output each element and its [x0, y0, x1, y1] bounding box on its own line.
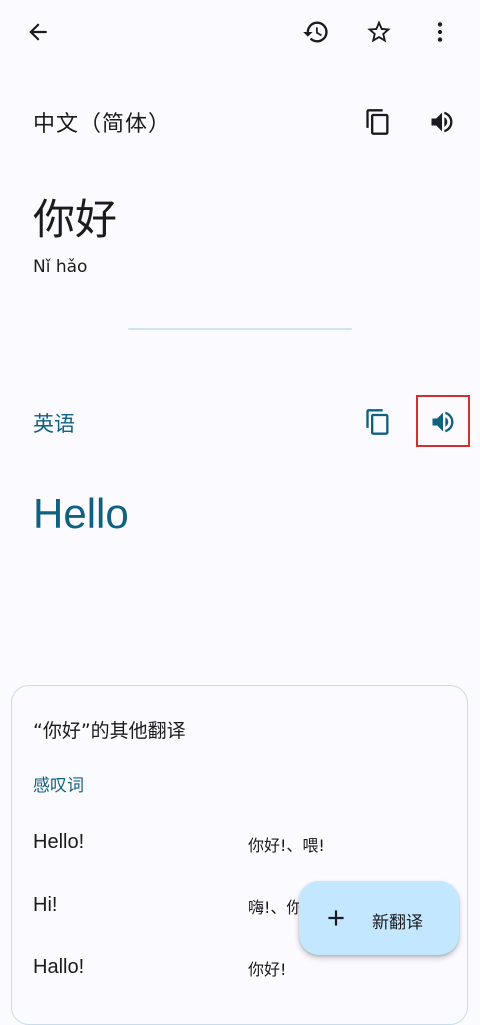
speak-button-highlight: [416, 395, 470, 447]
other-translations-title: “你好”的其他翻译: [33, 720, 186, 742]
target-language-label[interactable]: 英语: [33, 408, 75, 438]
translation-word[interactable]: Hello!: [33, 831, 84, 854]
section-divider: [128, 328, 352, 330]
more-vert-icon: [437, 22, 443, 42]
history-icon: [303, 21, 328, 43]
plus-icon: [328, 910, 344, 926]
star-outline-icon: [367, 20, 391, 43]
copy-icon: [366, 109, 389, 135]
back-button[interactable]: [20, 14, 56, 50]
source-text[interactable]: 你好: [33, 186, 117, 247]
source-copy-button[interactable]: [360, 103, 396, 141]
source-language-label[interactable]: 中文（简体）: [33, 106, 171, 138]
history-button[interactable]: [297, 13, 335, 51]
favorite-button[interactable]: [360, 13, 398, 51]
translation-word[interactable]: Hi!: [33, 894, 57, 917]
arrow-back-icon: [29, 23, 47, 41]
source-speak-button[interactable]: [424, 103, 460, 141]
target-copy-button[interactable]: [360, 403, 396, 441]
source-transliteration: Nǐ hǎo: [33, 257, 88, 277]
new-translation-button[interactable]: 新翻译: [299, 881, 459, 955]
part-of-speech-label: 感叹词: [33, 776, 84, 796]
target-text[interactable]: Hello: [33, 490, 129, 538]
new-translation-label: 新翻译: [372, 913, 423, 933]
volume-icon: [431, 111, 453, 133]
top-app-bar: [0, 0, 480, 64]
back-translation: 你好!: [248, 960, 287, 979]
back-translation: 嗨!、你好!: [248, 898, 306, 917]
translation-word[interactable]: Hallo!: [33, 956, 84, 979]
back-translation: 你好!、喂!: [248, 836, 325, 855]
more-options-button[interactable]: [422, 13, 458, 51]
copy-icon: [366, 409, 389, 435]
